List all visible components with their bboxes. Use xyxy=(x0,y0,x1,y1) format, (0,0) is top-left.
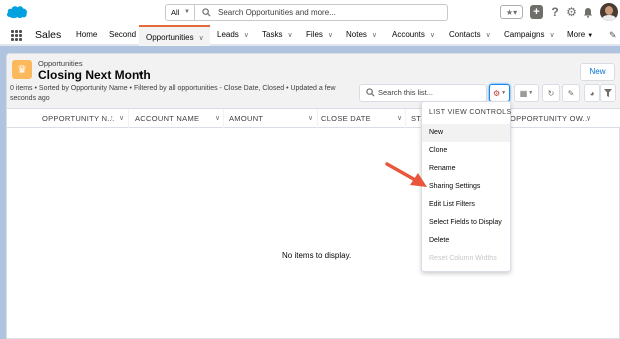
plus-icon[interactable]: + xyxy=(530,5,543,19)
chevron-down-icon: ∨ xyxy=(243,32,249,39)
bell-icon[interactable] xyxy=(582,5,594,19)
chevron-down-icon: ∨ xyxy=(308,115,314,122)
chevron-down-icon: ∨ xyxy=(549,32,555,39)
gear-icon[interactable]: ⚙ xyxy=(565,5,578,19)
nav-item-leads[interactable]: Leads ∨ xyxy=(217,26,249,44)
chevron-down-icon: ∨ xyxy=(198,35,204,42)
chevron-down-icon: ∨ xyxy=(287,32,293,39)
caret-down-icon: ▼ xyxy=(587,33,594,39)
refresh-icon: ↻ xyxy=(547,88,555,98)
nav-item-home[interactable]: Home xyxy=(76,26,97,44)
sort-arrow-icon: ↑ xyxy=(110,115,114,122)
menu-item-rename[interactable]: Rename xyxy=(422,160,510,178)
chevron-down-icon: ∨ xyxy=(397,115,403,122)
star-icon: ★▾ xyxy=(505,7,518,17)
menu-item-sharing-settings[interactable]: Sharing Settings xyxy=(422,178,510,196)
edit-nav-icon[interactable]: ✎ xyxy=(609,30,617,41)
display-as-button[interactable]: ▦ ▼ xyxy=(514,84,539,102)
object-label: Opportunities xyxy=(38,59,83,68)
column-header-amount[interactable]: AMOUNT ∨ xyxy=(224,109,318,128)
empty-state-message: No items to display. xyxy=(282,251,352,260)
caret-down-icon: ▼ xyxy=(501,90,507,96)
chevron-down-icon: ∨ xyxy=(215,115,221,122)
filter-icon xyxy=(604,89,612,97)
global-header: All ▼ Search Opportunities and more... ★… xyxy=(0,0,620,26)
opportunity-crown-icon: ♛ xyxy=(12,60,32,79)
list-view-controls-menu: LIST VIEW CONTROLS New Clone Rename Shar… xyxy=(421,101,511,272)
nav-item-files[interactable]: Files ∨ xyxy=(306,26,333,44)
menu-item-delete[interactable]: Delete xyxy=(422,232,510,250)
navigation-bar: Sales Home Second Opportunities ∨ Leads ∨ … xyxy=(0,25,620,46)
column-header-close-date[interactable]: CLOSE DATE ∨ xyxy=(318,109,406,128)
chevron-down-icon: ∨ xyxy=(429,32,436,39)
table-header: OPPORTUNITY N... ↑ ∨ ACCOUNT NAME ∨ AMOU… xyxy=(7,109,620,128)
menu-item-edit-list-filters[interactable]: Edit List Filters xyxy=(422,196,510,214)
list-view-meta: 0 items • Sorted by Opportunity Name • F… xyxy=(10,85,336,102)
favorites-button[interactable]: ★▾ xyxy=(500,5,523,19)
global-search-input[interactable]: Search Opportunities and more... xyxy=(195,4,448,21)
nav-item-notes[interactable]: Notes ∨ xyxy=(346,26,377,44)
list-search-placeholder: Search this list... xyxy=(378,88,434,97)
search-icon xyxy=(366,88,375,97)
pencil-icon: ✎ xyxy=(567,88,575,98)
list-view-title[interactable]: Closing Next Month xyxy=(38,68,151,82)
list-search-input[interactable]: Search this list... xyxy=(359,84,487,102)
app-name: Sales xyxy=(35,29,62,41)
caret-down-icon[interactable]: ▼ xyxy=(137,70,145,79)
new-button[interactable]: New xyxy=(580,63,615,81)
menu-item-new[interactable]: New xyxy=(422,124,510,142)
chevron-down-icon: ∨ xyxy=(586,115,592,122)
menu-heading: LIST VIEW CONTROLS xyxy=(429,109,512,116)
menu-item-select-fields[interactable]: Select Fields to Display xyxy=(422,214,510,232)
list-view-controls-button[interactable]: ⚙ ▼ xyxy=(489,84,510,102)
chevron-down-icon: ▼ xyxy=(184,9,190,15)
help-icon[interactable]: ? xyxy=(549,5,561,19)
app-launcher-icon[interactable] xyxy=(11,30,22,41)
search-scope-select[interactable]: All ▼ xyxy=(165,4,195,21)
nav-item-second[interactable]: Second xyxy=(109,26,136,44)
refresh-button[interactable]: ↻ xyxy=(542,84,560,102)
table-icon: ▦ xyxy=(519,88,528,98)
caret-down-icon: ▼ xyxy=(528,90,534,96)
avatar-shoulders xyxy=(602,15,616,21)
column-header-opportunity-owner[interactable]: OPPORTUNITY OW... ∨ xyxy=(510,109,620,128)
menu-item-reset-column-widths: Reset Column Widths xyxy=(429,255,497,262)
nav-item-campaigns[interactable]: Campaigns ∨ xyxy=(504,26,555,44)
chevron-down-icon: ∨ xyxy=(371,32,378,39)
salesforce-cloud-icon[interactable] xyxy=(6,4,28,20)
inline-edit-button[interactable]: ✎ xyxy=(562,84,580,102)
chevron-down-icon: ∨ xyxy=(327,32,334,39)
annotation-arrow-icon xyxy=(385,162,427,187)
search-scope-label: All xyxy=(171,8,180,17)
list-view-header: ♛ Opportunities Closing Next Month ▼ 0 i… xyxy=(7,54,620,109)
charts-button[interactable]: ◕ xyxy=(584,84,600,102)
gear-icon: ⚙ xyxy=(492,88,501,98)
list-view-card: ♛ Opportunities Closing Next Month ▼ 0 i… xyxy=(6,53,620,339)
chevron-down-icon: ∨ xyxy=(119,115,125,122)
menu-item-clone[interactable]: Clone xyxy=(422,142,510,160)
column-header-account-name[interactable]: ACCOUNT NAME ∨ xyxy=(129,109,224,128)
pie-chart-icon: ◕ xyxy=(589,88,595,98)
avatar-face xyxy=(605,6,613,15)
chevron-down-icon: ∨ xyxy=(485,32,491,39)
column-header-opportunity-name[interactable]: OPPORTUNITY N... ↑ ∨ xyxy=(7,109,129,128)
nav-item-more[interactable]: More ▼ xyxy=(567,26,593,44)
avatar[interactable] xyxy=(600,3,618,21)
nav-item-opportunities[interactable]: Opportunities ∨ xyxy=(139,25,210,46)
nav-item-contacts[interactable]: Contacts ∨ xyxy=(449,26,491,44)
global-search-placeholder: Search Opportunities and more... xyxy=(218,8,336,17)
nav-item-tasks[interactable]: Tasks ∨ xyxy=(262,26,293,44)
filter-button[interactable] xyxy=(600,84,616,102)
nav-item-accounts[interactable]: Accounts ∨ xyxy=(392,26,435,44)
search-icon xyxy=(202,8,211,17)
